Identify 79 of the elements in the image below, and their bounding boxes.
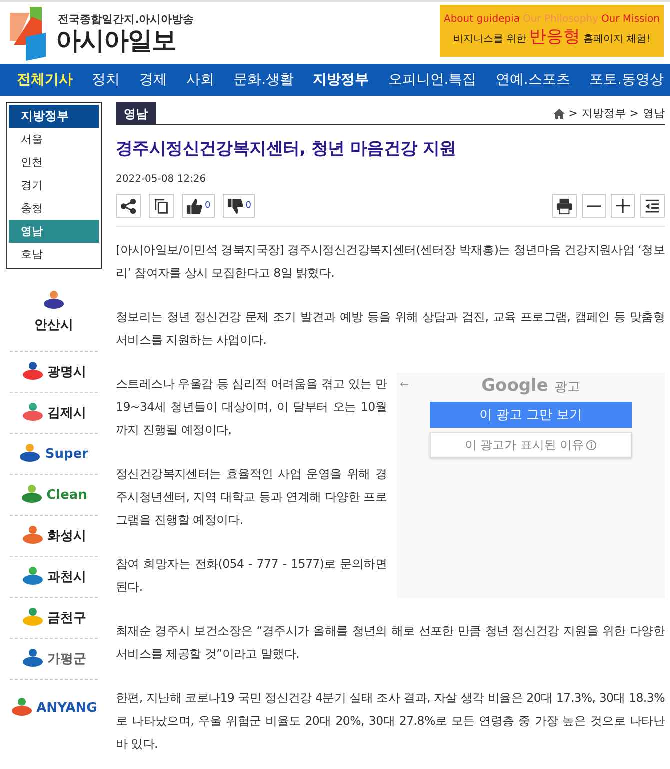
nav-link[interactable]: 문화.생활 <box>234 71 294 89</box>
logo-icon <box>22 648 44 670</box>
print-icon <box>556 198 573 214</box>
share-icon <box>120 198 137 214</box>
thumbs-down-icon <box>226 198 244 214</box>
logo-icon <box>19 443 42 465</box>
region-logo[interactable]: 화성시 <box>10 516 98 557</box>
copy-icon <box>153 198 170 214</box>
region-logo[interactable]: Clean <box>10 475 98 516</box>
sidebar-item[interactable]: 영남 <box>9 220 99 243</box>
breadcrumb-link[interactable]: 지방정부 <box>582 106 626 121</box>
ad-brand: Google <box>482 375 548 398</box>
plus-icon <box>616 199 630 213</box>
article-date: 2022-05-08 12:26 <box>116 174 208 185</box>
sidebar-item[interactable]: 서울 <box>9 128 99 151</box>
nav-link[interactable]: 정치 <box>92 71 120 89</box>
banner-slogan-text: 반응형 <box>530 26 580 48</box>
region-logo[interactable]: 안산시 <box>10 273 98 352</box>
sidebar-item[interactable]: 인천 <box>9 151 99 174</box>
why-ad-button[interactable]: 이 광고가 표시된 이유 <box>430 432 632 458</box>
article-paragraph: [아시아일보/이민석 경북지국장] 경주시정신건강복지센터(센터장 박재홍)는 청년마음 건강지원사업 ‘청보리’ 참여자를 상시 모집한다고 8일 밝혔다. <box>116 242 665 282</box>
nav-link[interactable]: 지방정부 <box>313 71 370 89</box>
banner-slogan-text: 비지니스를 위한 <box>453 33 526 46</box>
site-tagline: 전국종합일간지.아시아방송 <box>58 12 194 27</box>
count-text: 0 <box>205 201 211 211</box>
minus-icon <box>587 204 601 208</box>
breadcrumb-separator: > <box>568 107 578 120</box>
banner-slogan-text: 홈페이지 체험! <box>584 33 651 46</box>
nav-link[interactable]: 경제 <box>139 71 168 89</box>
article-paragraph: 참여 희망자는 전화(054 - 777 - 1577)로 문의하면 된다. <box>116 556 387 596</box>
thumbs-up-icon <box>186 198 203 214</box>
breadcrumb-link[interactable]: 영남 <box>643 106 665 121</box>
logo-icon <box>22 566 44 588</box>
logo-icon <box>22 607 44 629</box>
logo-icon <box>22 402 44 424</box>
region-logo[interactable]: 금천구 <box>10 598 98 639</box>
region-logo[interactable]: Super <box>10 434 98 475</box>
count-text: 0 <box>246 201 252 211</box>
stop-ad-button[interactable]: 이 광고 그만 보기 <box>430 402 632 428</box>
nav-link[interactable]: 연예.스포츠 <box>496 71 570 89</box>
sidebar-item[interactable]: 경기 <box>9 174 99 197</box>
home-icon[interactable] <box>554 108 565 118</box>
font-smaller-button[interactable] <box>582 194 606 218</box>
like-button[interactable]: 0 <box>182 194 215 218</box>
region-logo[interactable]: 광명시 <box>10 352 98 393</box>
site-logo-text[interactable]: 아시아일보 <box>56 26 194 54</box>
logo-icon <box>22 361 44 383</box>
sidebar-title: 지방정부 <box>9 105 99 128</box>
nav-link[interactable]: 전체기사 <box>17 71 73 89</box>
nav-link[interactable]: 사회 <box>186 71 214 89</box>
indent-button[interactable] <box>640 194 665 218</box>
article-paragraph: 한편, 지난해 코로나19 국민 정신건강 4분기 실태 조사 결과, 자살 생각 비율은 20대 17.3%, 30대 18.3%로 나타났으며, 우울 위험군 비율도 20대 20%, 30대 27.8%로 모든 연령층 중 가장 높은 것으로 나타난 바 있다. <box>116 690 665 753</box>
info-icon <box>586 440 598 450</box>
font-larger-button[interactable] <box>611 194 635 218</box>
logo-icon <box>22 525 44 547</box>
indent-icon <box>644 198 661 214</box>
sidebar-item[interactable]: 호남 <box>9 243 99 266</box>
print-button[interactable] <box>552 194 577 218</box>
share-button[interactable] <box>116 194 141 218</box>
logo-icon <box>43 290 65 312</box>
article-title: 경주시정신건강복지센터, 청년 마음건강 지원 <box>116 138 458 160</box>
article-paragraph: 스트레스나 우울감 등 심리적 어려움을 겪고 있는 만 19~34세 청년들이 대상이며, 이 달부터 오는 10월까지 진행될 예정이다. <box>116 376 387 439</box>
region-logo[interactable]: ANYANG <box>10 680 98 736</box>
ad-label: 광고 <box>554 379 580 397</box>
dislike-button[interactable]: 0 <box>222 194 256 218</box>
article-paragraph: 정신건강복지센터는 효율적인 사업 운영을 위해 경주시청년센터, 지역 대학교 등과 연계해 다양한 프로그램을 진행할 예정이다. <box>116 466 387 529</box>
nav-link[interactable]: 포토.동영상 <box>589 71 664 89</box>
region-logo[interactable]: 가평군 <box>10 639 98 680</box>
breadcrumb-separator: > <box>630 107 639 120</box>
region-logo[interactable]: 김제시 <box>10 393 98 434</box>
article-paragraph: 청보리는 청년 정신건강 문제 조기 발견과 예방 등을 위해 상담과 검진, 교육 프로그램, 캠페인 등 맞춤형 서비스를 지원하는 사업이다. <box>116 309 665 349</box>
region-logo[interactable]: 과천시 <box>10 557 98 598</box>
logo-icon <box>10 697 33 719</box>
nav-link[interactable]: 오피니언.특집 <box>388 71 477 89</box>
article-paragraph: 최재순 경주시 보건소장은 “경주시가 올해를 청년의 해로 선포한 만큼 청년 정신건강 지원을 위한 다양한 서비스를 제공할 것”이라고 말했다. <box>116 623 665 663</box>
copy-button[interactable] <box>149 194 174 218</box>
section-tab[interactable]: 영남 <box>116 102 156 124</box>
logo-icon <box>20 484 43 506</box>
sidebar-item[interactable]: 충청 <box>9 197 99 220</box>
